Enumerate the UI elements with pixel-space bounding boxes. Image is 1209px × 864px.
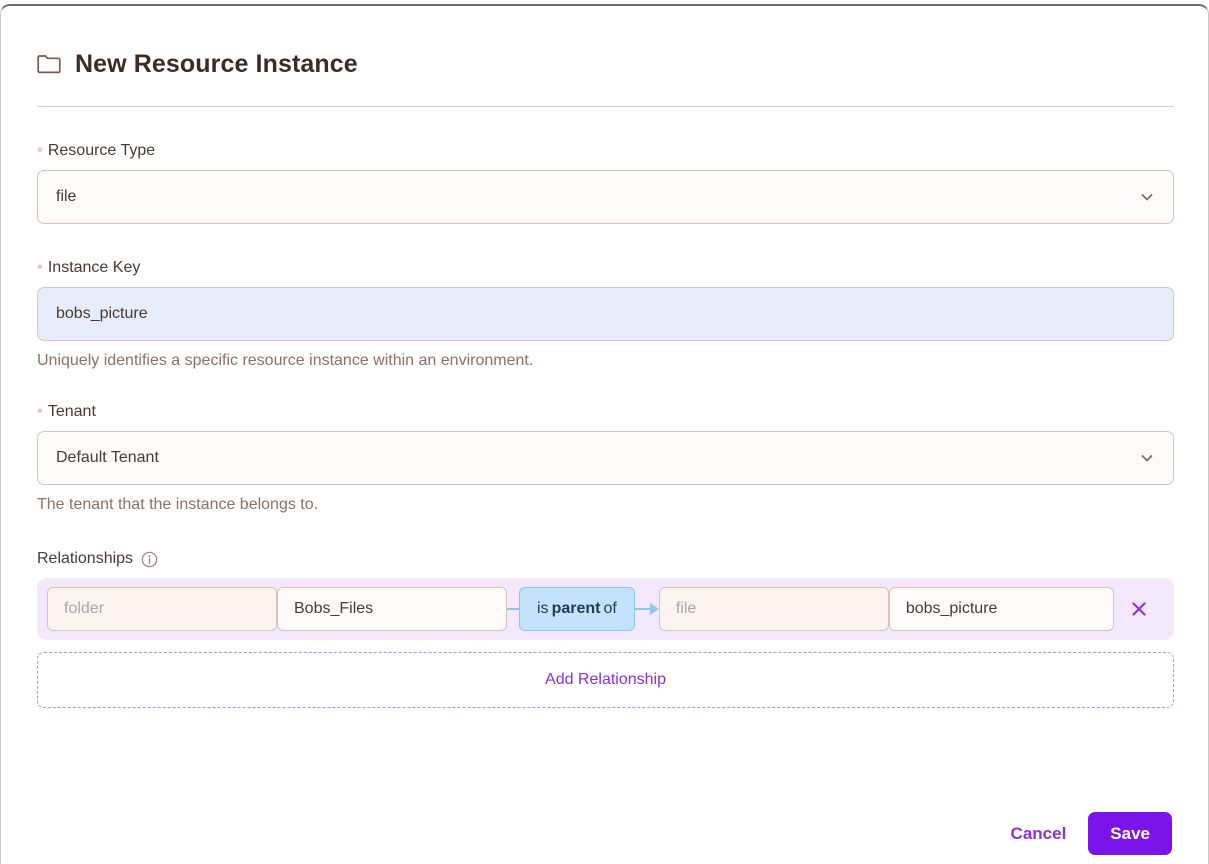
close-icon <box>1132 602 1146 616</box>
page-header: New Resource Instance <box>37 42 1174 86</box>
folder-icon <box>37 55 61 74</box>
tenant-label-text: Tenant <box>47 403 96 421</box>
form-content: New Resource Instance * Resource Type fi… <box>37 42 1174 709</box>
add-relationship-button[interactable]: Add Relationship <box>37 652 1174 709</box>
resource-instance-card: New Resource Instance * Resource Type fi… <box>0 4 1209 864</box>
relation-suffix: of <box>603 600 617 618</box>
info-circle-icon[interactable] <box>141 551 158 568</box>
chevron-down-icon <box>1141 194 1153 201</box>
relation-prefix: is <box>537 600 549 618</box>
relationships-section: Relationships folder Bobs_Files is paren… <box>37 550 1174 709</box>
relationship-object-type[interactable]: file <box>658 587 889 632</box>
relationships-label: Relationships <box>37 550 134 568</box>
relationship-remove-button[interactable] <box>1114 587 1164 631</box>
resource-type-select[interactable]: file <box>37 170 1174 225</box>
required-marker: * <box>37 261 43 279</box>
relationship-row: folder Bobs_Files is parent of file bobs… <box>37 578 1174 641</box>
required-marker: * <box>37 405 43 423</box>
relationship-object-key[interactable]: bobs_picture <box>888 587 1114 632</box>
footer-actions: Cancel Save <box>999 812 1172 855</box>
tenant-value: Default Tenant <box>56 449 159 467</box>
relationship-relation-chip[interactable]: is parent of <box>519 587 635 632</box>
page-title: New Resource Instance <box>75 49 358 78</box>
chevron-down-icon <box>1141 455 1153 462</box>
relation-name: parent <box>551 600 601 618</box>
instance-key-label-text: Instance Key <box>47 259 141 277</box>
resource-type-label: * Resource Type <box>37 141 1174 160</box>
field-instance-key: * Instance Key bobs_picture Uniquely ide… <box>37 258 1174 372</box>
tenant-label: * Tenant <box>37 402 1174 421</box>
instance-key-label: * Instance Key <box>37 258 1174 277</box>
save-button[interactable]: Save <box>1088 812 1172 855</box>
field-tenant: * Tenant Default Tenant The tenant that … <box>37 402 1174 516</box>
field-resource-type: * Resource Type file <box>37 141 1174 225</box>
header-divider <box>37 106 1174 107</box>
relationship-subject-type[interactable]: folder <box>47 587 277 632</box>
instance-key-input[interactable]: bobs_picture <box>37 287 1174 342</box>
required-marker: * <box>37 144 43 161</box>
instance-key-help: Uniquely identifies a specific resource … <box>37 352 534 370</box>
relationship-arrow-icon <box>634 587 659 631</box>
cancel-button[interactable]: Cancel <box>999 814 1079 854</box>
resource-type-value: file <box>56 188 77 206</box>
relationships-header: Relationships <box>37 550 1174 568</box>
tenant-select[interactable]: Default Tenant <box>37 431 1174 486</box>
tenant-help: The tenant that the instance belongs to. <box>37 496 319 514</box>
relationship-connector-line <box>507 587 519 631</box>
relationship-subject-key[interactable]: Bobs_Files <box>277 587 507 632</box>
instance-key-value: bobs_picture <box>56 305 148 323</box>
resource-type-label-text: Resource Type <box>47 142 156 159</box>
